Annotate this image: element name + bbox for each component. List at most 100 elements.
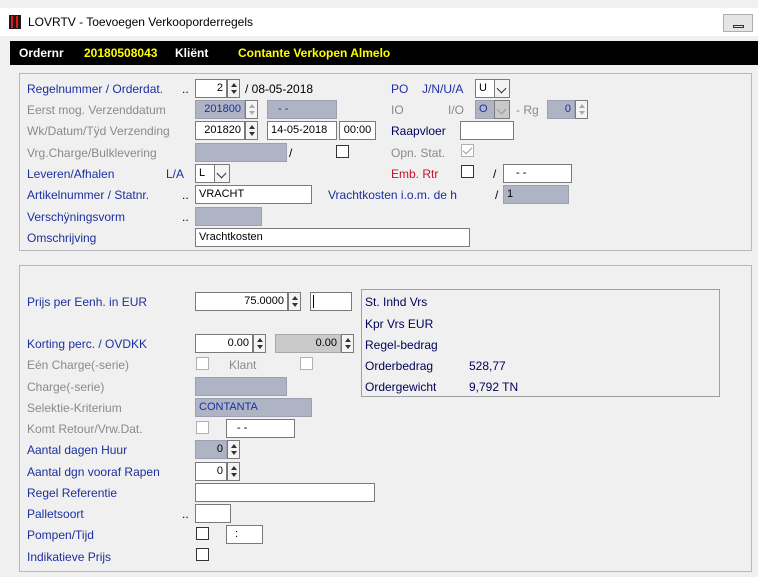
po-options-label: J/N/U/A	[422, 82, 464, 96]
regelnummer-input[interactable]: 2	[195, 79, 227, 98]
pompen-label: Pompen/Tijd	[27, 528, 94, 542]
korting-spinner[interactable]	[253, 334, 266, 353]
aantal-rapen-spinner[interactable]	[227, 462, 240, 481]
orderdat-value: / 08-05-2018	[245, 82, 314, 96]
versch-dots: ..	[182, 210, 189, 224]
aantal-huur-spinner[interactable]	[227, 440, 240, 459]
charge-label: Charge(-serie)	[27, 380, 105, 394]
aantal-rapen-label: Aantal dgn vooraf Rapen	[27, 465, 160, 479]
artikel-label: Artikelnummer / Statnr.	[27, 188, 150, 202]
aantal-rapen-input[interactable]: 0	[195, 462, 227, 481]
rg-label: - Rg	[516, 103, 539, 117]
artikel-input[interactable]: VRACHT	[195, 185, 312, 204]
wk-week-input[interactable]: 201820	[195, 121, 245, 140]
opn-stat-label: Opn. Stat.	[391, 146, 446, 160]
klant-label: Klant	[229, 358, 257, 372]
ovdkk-input: 0.00	[275, 334, 341, 353]
emb-date-input[interactable]: - -	[503, 164, 572, 183]
la-select[interactable]: L	[195, 164, 215, 183]
ordernr-value: 20180508043	[84, 46, 158, 60]
raapvloer-input[interactable]	[460, 121, 514, 140]
klant-checkbox	[300, 357, 313, 370]
regelnummer-dots: ..	[182, 82, 189, 96]
vracht-slash: /	[495, 188, 499, 202]
komt-retour-checkbox	[196, 421, 209, 434]
selektie-label: Selektie-Kriterium	[27, 401, 122, 415]
pompen-time-input[interactable]: :	[226, 525, 263, 544]
wk-time-input[interactable]: 00:00	[339, 121, 376, 140]
regel-bedrag-label: Regel-bedrag	[365, 338, 438, 352]
po-select[interactable]: U	[475, 79, 495, 98]
wk-date-input[interactable]: 14-05-2018	[267, 121, 337, 140]
een-charge-label: Eén Charge(-serie)	[27, 358, 130, 372]
orderbedrag-value: 528,77	[469, 359, 506, 373]
emb-slash: /	[493, 167, 497, 181]
eerst-week-input: 201800	[195, 100, 245, 119]
minimize-button[interactable]	[723, 14, 753, 32]
opn-stat-checkbox	[461, 144, 474, 157]
versch-input	[195, 207, 262, 226]
rg-input: 0	[547, 100, 575, 119]
selektie-input: CONTANTA	[195, 398, 312, 417]
ordergewicht-label: Ordergewicht	[365, 380, 437, 394]
indikatieve-prijs-checkbox[interactable]	[196, 548, 209, 561]
palletsoort-dots: ..	[182, 507, 189, 521]
rg-spinner	[575, 100, 588, 119]
prijs-spinner[interactable]	[288, 292, 301, 311]
la-dropdown-arrow[interactable]	[214, 164, 230, 183]
regel-referentie-input[interactable]	[195, 483, 375, 502]
korting-label: Korting perc. / OVDKK	[27, 337, 148, 351]
eerst-week-spinner	[245, 100, 258, 119]
regelnummer-spinner[interactable]	[227, 79, 240, 98]
pompen-checkbox[interactable]	[196, 527, 209, 540]
io-dropdown-arrow	[494, 100, 510, 119]
po-label: PO	[391, 82, 409, 96]
ovdkk-spinner[interactable]	[341, 334, 354, 353]
palletsoort-input[interactable]	[195, 504, 231, 523]
palletsoort-label: Palletsoort	[27, 507, 84, 521]
window-title: LOVRTV - Toevoegen Verkooporderregels	[28, 15, 254, 29]
io-select: O	[475, 100, 495, 119]
app-icon	[9, 15, 21, 29]
wk-week-spinner[interactable]	[245, 121, 258, 140]
prijs-input[interactable]: 75.0000	[195, 292, 288, 311]
kpr-vrs-label: Kpr Vrs EUR	[365, 317, 434, 331]
emb-rtr-checkbox[interactable]	[461, 165, 474, 178]
io-label: IO	[391, 103, 404, 117]
wk-label: Wk/Datum/Tÿd Verzending	[27, 124, 170, 138]
text-cursor	[313, 295, 314, 308]
indikatieve-prijs-label: Indikatieve Prijs	[27, 550, 112, 564]
regelnummer-label: Regelnummer / Orderdat.	[27, 82, 164, 96]
raapvloer-label: Raapvloer	[391, 124, 446, 138]
vracht-input: 1	[503, 185, 569, 204]
omschrijving-input[interactable]: Vrachtkosten	[195, 228, 470, 247]
omschrijving-label: Omschrijving	[27, 231, 97, 245]
order-line-panel	[19, 73, 752, 251]
vrg-slash: /	[289, 146, 293, 160]
orderbedrag-label: Orderbedrag	[365, 359, 434, 373]
komt-retour-label: Komt Retour/Vrw.Dat.	[27, 422, 143, 436]
aantal-huur-input: 0	[195, 440, 227, 459]
st-inhd-label: St. Inhd Vrs	[365, 295, 428, 309]
prijs-extra-input[interactable]	[310, 292, 352, 311]
korting-input[interactable]: 0.00	[195, 334, 253, 353]
bulklevering-checkbox[interactable]	[336, 145, 349, 158]
artikel-dots: ..	[182, 188, 189, 202]
aantal-huur-label: Aantal dagen Huur	[27, 443, 128, 457]
klient-label: Kliënt	[175, 46, 209, 60]
regel-referentie-label: Regel Referentie	[27, 486, 118, 500]
ordergewicht-value: 9,792 TN	[469, 380, 519, 394]
po-dropdown-arrow[interactable]	[494, 79, 510, 98]
komt-retour-date-input[interactable]: - -	[226, 419, 295, 438]
vrachtkosten-label: Vrachtkosten i.o.m. de h	[328, 188, 457, 202]
order-header-bar: Ordernr 20180508043 Kliënt Contante Verk…	[10, 41, 758, 65]
leveren-label: Leveren/Afhalen	[27, 167, 115, 181]
prijs-label: Prijs per Eenh. in EUR	[27, 295, 148, 309]
charge-input	[195, 377, 287, 396]
la-label: L/A	[166, 167, 185, 181]
vrg-input	[195, 143, 287, 162]
klient-value: Contante Verkopen Almelo	[238, 46, 391, 60]
eerst-date-input: - -	[267, 100, 337, 119]
ordernr-label: Ordernr	[19, 46, 64, 60]
io-io-label: I/O	[448, 103, 465, 117]
